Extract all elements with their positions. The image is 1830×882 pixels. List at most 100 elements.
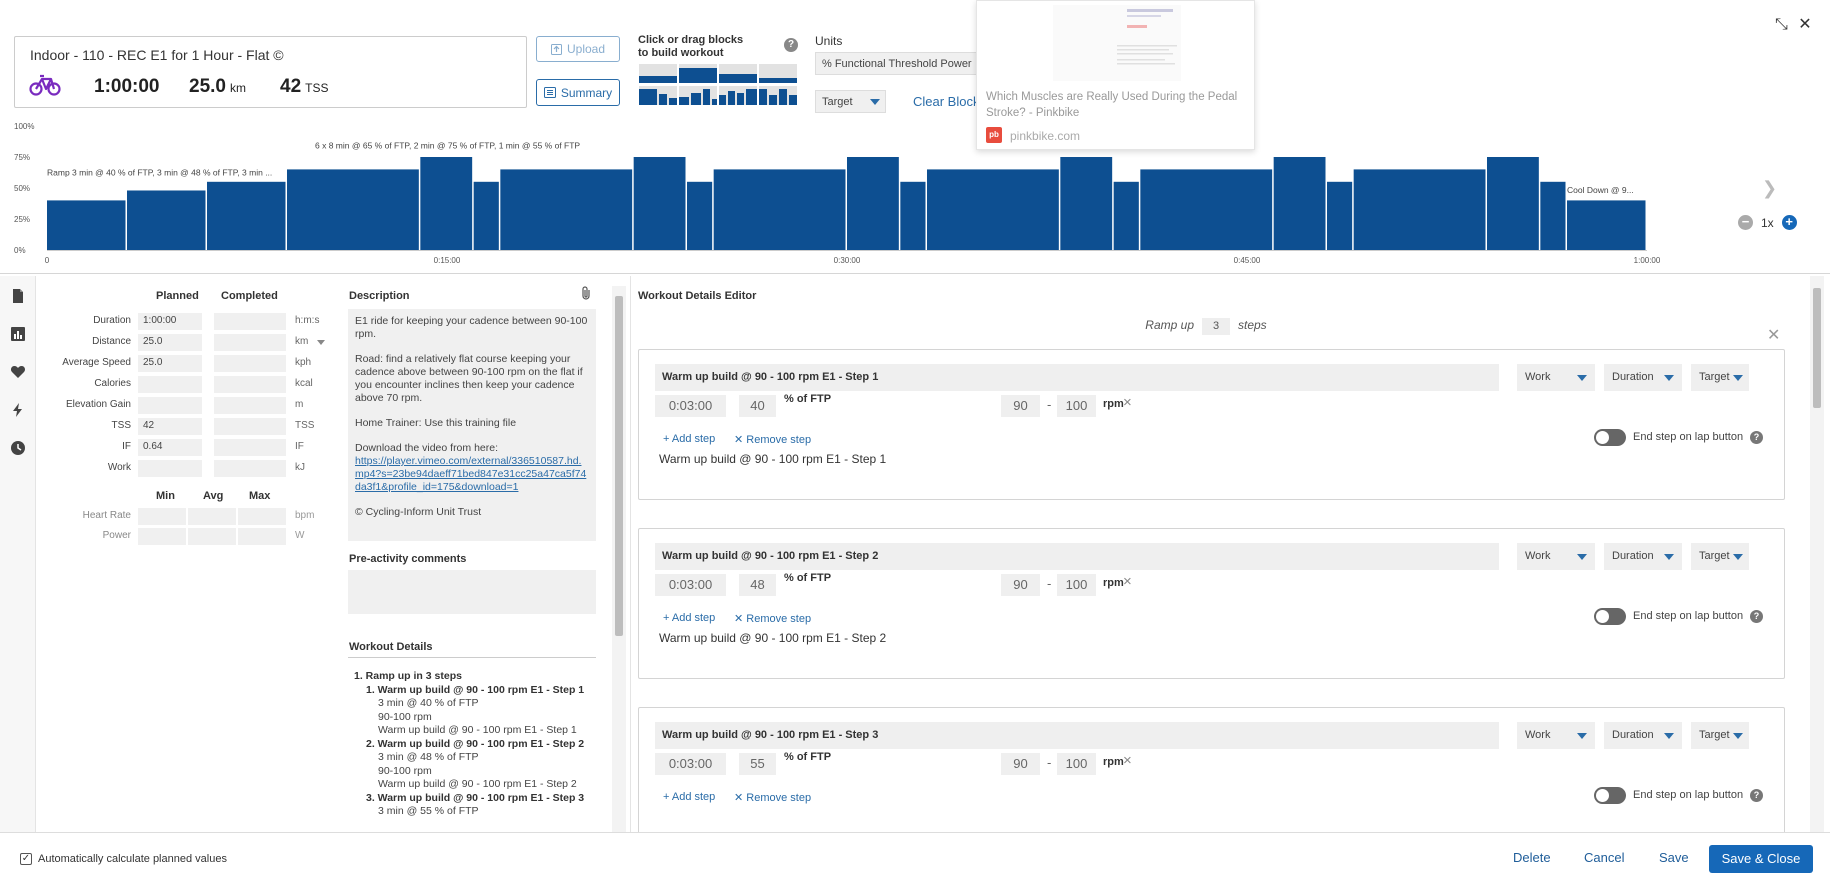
stat-planned-field[interactable] (138, 397, 202, 414)
step-cadence-high-input[interactable]: 100 (1057, 574, 1096, 596)
stat-planned-field[interactable] (138, 376, 202, 393)
stat-completed-field[interactable] (214, 334, 286, 351)
collapse-icon[interactable]: ⤡ (1775, 16, 1788, 33)
add-step-button[interactable]: + Add step (663, 791, 715, 803)
scrollbar-thumb[interactable] (615, 296, 623, 636)
add-step-button[interactable]: + Add step (663, 612, 715, 624)
stat-completed-field[interactable] (214, 376, 286, 393)
stat-completed-field[interactable] (214, 355, 286, 372)
block-template-ramp-down[interactable] (639, 86, 677, 105)
step-intensity-input[interactable]: 55 (739, 753, 776, 775)
clock-icon[interactable] (10, 440, 26, 456)
video-link[interactable]: https://player.vimeo.com/external/336510… (355, 455, 586, 493)
delete-button[interactable]: Delete (1513, 850, 1551, 865)
add-step-button[interactable]: + Add step (663, 433, 715, 445)
step-name-field[interactable]: Warm up build @ 90 - 100 rpm E1 - Step 2 (655, 543, 1499, 570)
cancel-button[interactable]: Cancel (1584, 850, 1624, 865)
step-type-select[interactable]: Work (1517, 364, 1595, 391)
step-duration-input[interactable]: 0:03:00 (655, 753, 726, 775)
block-template-mid[interactable] (719, 64, 757, 83)
power-min-field[interactable] (138, 528, 186, 545)
block-template-ramp-up[interactable] (679, 86, 717, 105)
remove-step-button[interactable]: ✕ Remove step (734, 612, 811, 625)
step-target-select[interactable]: Target (1691, 543, 1749, 570)
block-template-intervals[interactable] (719, 86, 757, 105)
stat-completed-field[interactable] (214, 439, 286, 456)
pre-activity-comments-field[interactable] (348, 570, 596, 614)
upload-button[interactable]: Upload (536, 36, 620, 62)
step-duration-select[interactable]: Duration (1604, 364, 1682, 391)
hr-min-field[interactable] (138, 508, 186, 525)
block-template-low[interactable] (759, 64, 797, 83)
help-icon[interactable]: ? (1750, 610, 1763, 623)
stat-completed-field[interactable] (214, 418, 286, 435)
step-target-select[interactable]: Target (1691, 722, 1749, 749)
power-avg-field[interactable] (188, 528, 236, 545)
step-name-field[interactable]: Warm up build @ 90 - 100 rpm E1 - Step 1 (655, 364, 1499, 391)
chevron-down-icon[interactable] (317, 340, 325, 345)
step-duration-input[interactable]: 0:03:00 (655, 574, 726, 596)
step-target-select[interactable]: Target (1691, 364, 1749, 391)
block-template-repeats[interactable] (759, 86, 797, 105)
blocks-help-icon[interactable]: ? (784, 38, 798, 52)
step-cadence-low-input[interactable]: 90 (1001, 753, 1040, 775)
help-icon[interactable]: ? (1750, 431, 1763, 444)
clear-cadence-icon[interactable]: × (1123, 573, 1132, 590)
stat-planned-field[interactable]: 0.64 (138, 439, 202, 456)
auto-calc-option[interactable]: ✓ Automatically calculate planned values (20, 853, 227, 865)
description-scrollbar[interactable] (612, 286, 626, 832)
zoom-out-icon[interactable]: − (1738, 215, 1753, 230)
lap-button-toggle[interactable] (1594, 608, 1626, 625)
step-name-field[interactable]: Warm up build @ 90 - 100 rpm E1 - Step 3 (655, 722, 1499, 749)
ramp-steps-input[interactable]: 3 (1202, 318, 1230, 335)
stat-planned-field[interactable] (138, 460, 202, 477)
chevron-right-icon[interactable]: ❯ (1762, 178, 1777, 199)
workout-title[interactable]: Indoor - 110 - REC E1 for 1 Hour - Flat … (30, 47, 284, 63)
clear-cadence-icon[interactable]: × (1123, 752, 1132, 769)
save-close-button[interactable]: Save & Close (1709, 845, 1813, 873)
paperclip-icon[interactable] (580, 286, 592, 301)
step-cadence-high-input[interactable]: 100 (1057, 753, 1096, 775)
step-type-select[interactable]: Work (1517, 543, 1595, 570)
step-cadence-low-input[interactable]: 90 (1001, 574, 1040, 596)
lightning-icon[interactable] (10, 402, 26, 418)
clear-cadence-icon[interactable]: × (1123, 394, 1132, 411)
stat-planned-field[interactable]: 1:00:00 (138, 313, 202, 330)
target-select[interactable]: Target (815, 90, 886, 113)
block-template-steady[interactable] (639, 64, 677, 83)
lap-button-toggle[interactable] (1594, 787, 1626, 804)
close-icon[interactable]: ✕ (1798, 16, 1811, 33)
document-icon[interactable] (10, 288, 26, 304)
stat-planned-field[interactable]: 25.0 (138, 334, 202, 351)
power-max-field[interactable] (238, 528, 286, 545)
scrollbar-thumb[interactable] (1813, 288, 1821, 408)
stat-completed-field[interactable] (214, 397, 286, 414)
block-template-high[interactable] (679, 64, 717, 83)
step-duration-select[interactable]: Duration (1604, 543, 1682, 570)
units-select[interactable]: % Functional Threshold Power (815, 52, 1000, 75)
bar-chart-icon[interactable] (10, 326, 26, 342)
remove-step-button[interactable]: ✕ Remove step (734, 433, 811, 446)
hr-avg-field[interactable] (188, 508, 236, 525)
stat-planned-field[interactable]: 25.0 (138, 355, 202, 372)
editor-scrollbar[interactable] (1810, 276, 1824, 832)
step-intensity-input[interactable]: 40 (739, 395, 776, 417)
close-icon[interactable]: ✕ (1767, 325, 1780, 345)
step-duration-input[interactable]: 0:03:00 (655, 395, 726, 417)
save-button[interactable]: Save (1659, 850, 1689, 865)
zoom-in-icon[interactable]: + (1781, 215, 1797, 230)
help-icon[interactable]: ? (1750, 789, 1763, 802)
step-intensity-input[interactable]: 48 (739, 574, 776, 596)
step-cadence-low-input[interactable]: 90 (1001, 395, 1040, 417)
step-type-select[interactable]: Work (1517, 722, 1595, 749)
summary-button[interactable]: Summary (536, 79, 620, 106)
lap-button-toggle[interactable] (1594, 429, 1626, 446)
auto-calc-checkbox[interactable]: ✓ (20, 853, 32, 865)
step-duration-select[interactable]: Duration (1604, 722, 1682, 749)
stat-completed-field[interactable] (214, 460, 286, 477)
workout-chart[interactable]: 100% 75% 50% 25% 0% Ramp 3 min @ 40 % of FTP… (0, 116, 1680, 266)
description-field[interactable]: E1 ride for keeping your cadence between… (348, 309, 596, 541)
hr-max-field[interactable] (238, 508, 286, 525)
stat-planned-field[interactable]: 42 (138, 418, 202, 435)
heart-icon[interactable] (10, 364, 26, 380)
